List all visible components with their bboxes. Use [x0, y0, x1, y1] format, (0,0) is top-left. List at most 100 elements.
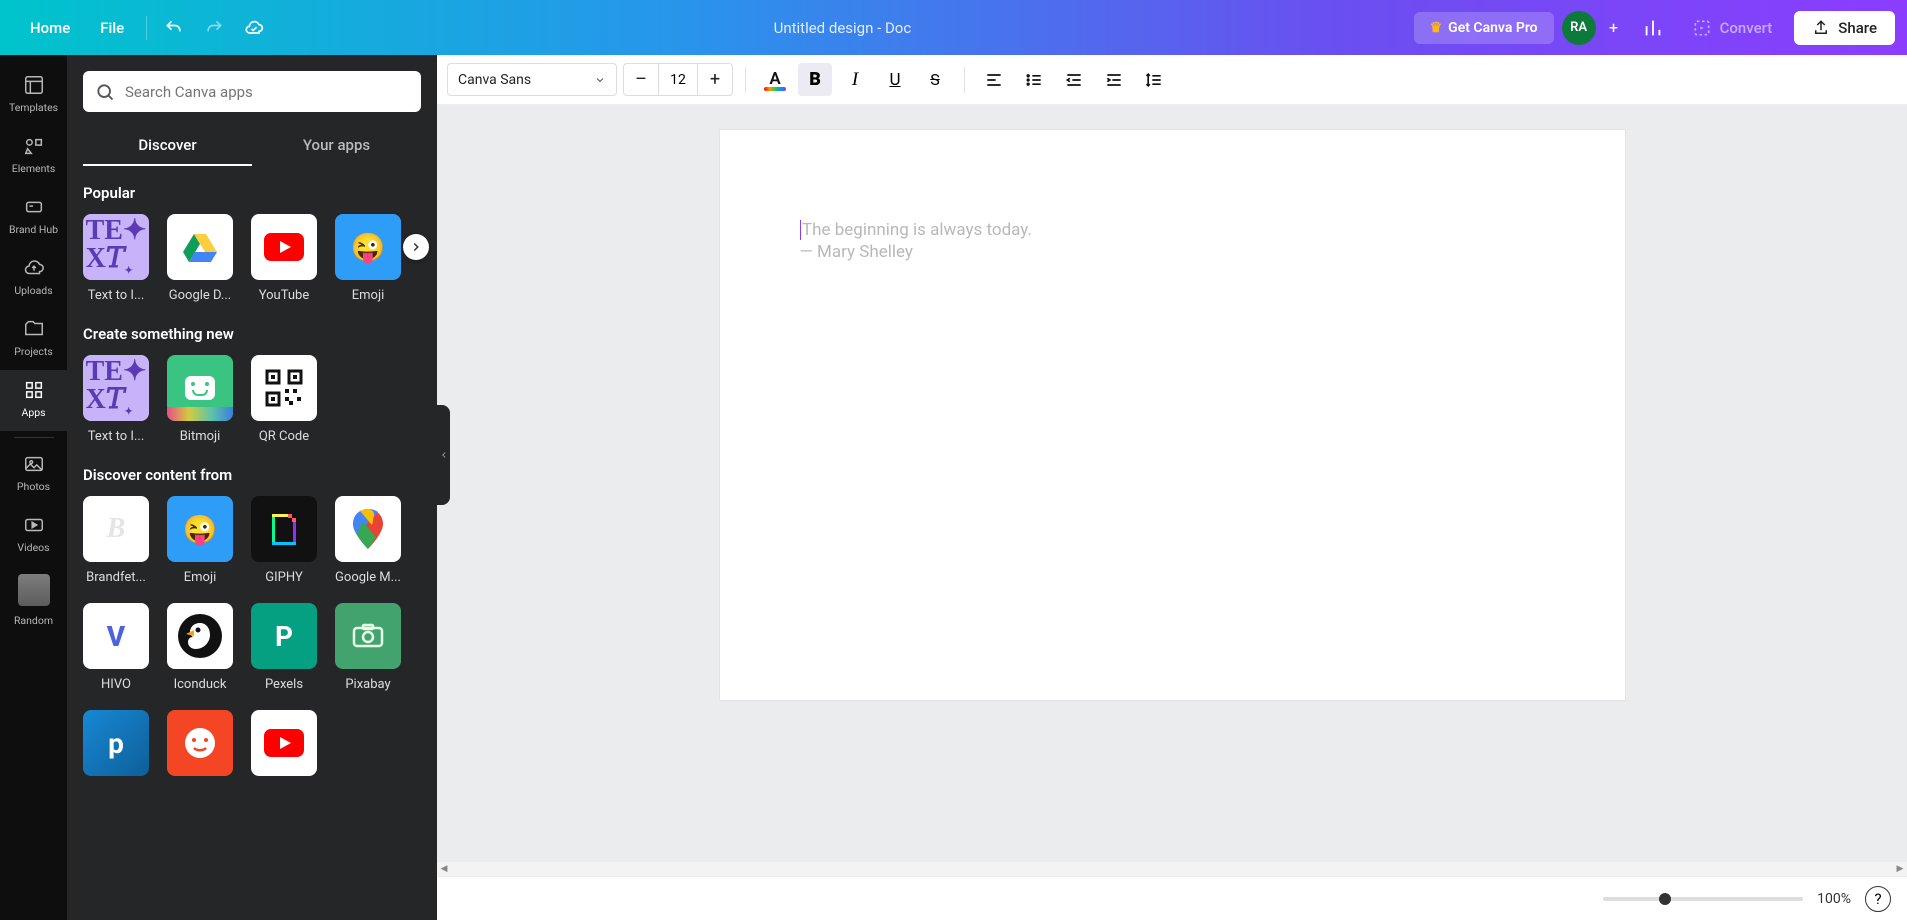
file-label: File: [100, 19, 124, 37]
home-button[interactable]: Home: [12, 13, 82, 43]
font-size-value[interactable]: 12: [658, 64, 698, 95]
app-partial-1[interactable]: p: [83, 710, 149, 776]
app-qr-code[interactable]: QR Code: [251, 355, 317, 444]
app-iconduck[interactable]: Iconduck: [167, 603, 233, 692]
apps-panel: Discover Your apps Popular TE✦X𝑇✦ Text t…: [67, 55, 437, 920]
search-box[interactable]: [83, 71, 421, 112]
app-partial-2[interactable]: [167, 710, 233, 776]
add-member-button[interactable]: +: [1600, 14, 1628, 42]
templates-icon: [23, 74, 45, 96]
rail-divider: [14, 437, 54, 438]
list-icon: [1024, 70, 1044, 90]
scroll-left-arrow[interactable]: ◀: [437, 862, 451, 876]
align-button[interactable]: [977, 63, 1011, 96]
convert-button[interactable]: Convert: [1678, 10, 1787, 46]
placeholder-line1: The beginning is always today.: [802, 220, 1032, 240]
app-emoji-2[interactable]: 😜 Emoji: [167, 496, 233, 585]
font-size-stepper: – 12 +: [623, 63, 733, 96]
help-button[interactable]: ?: [1865, 886, 1891, 912]
search-input[interactable]: [125, 83, 409, 101]
rail-photos[interactable]: Photos: [0, 444, 67, 505]
share-button[interactable]: Share: [1794, 11, 1895, 45]
zoom-knob[interactable]: [1659, 893, 1671, 905]
app-label: Emoji: [167, 570, 233, 585]
app-label: HIVO: [83, 677, 149, 692]
text-to-image-icon: TE✦X𝑇✦: [83, 355, 149, 421]
pro-label: Get Canva Pro: [1448, 20, 1537, 36]
indent-increase-button[interactable]: [1097, 63, 1131, 96]
file-menu[interactable]: File: [88, 13, 136, 43]
rail-brand-hub[interactable]: Brand Hub: [0, 187, 67, 248]
app-google-maps[interactable]: Google M...: [335, 496, 401, 585]
app-label: Text to I...: [83, 288, 149, 303]
app-hivo[interactable]: V HIVO: [83, 603, 149, 692]
rail-projects[interactable]: Projects: [0, 309, 67, 370]
app-label: Pexels: [251, 677, 317, 692]
scroll-right-arrow[interactable]: ▶: [1893, 862, 1907, 876]
app-giphy[interactable]: GIPHY: [251, 496, 317, 585]
rail-apps[interactable]: Apps: [0, 370, 67, 431]
rail-videos[interactable]: Videos: [0, 505, 67, 566]
zoom-slider[interactable]: [1603, 897, 1803, 901]
app-emoji[interactable]: 😜 Emoji: [335, 214, 401, 303]
document-title[interactable]: Untitled design - Doc: [271, 19, 1413, 37]
document-page[interactable]: The beginning is always today. — Mary Sh…: [720, 130, 1625, 700]
user-avatar[interactable]: RA: [1562, 11, 1596, 45]
app-label: Emoji: [335, 288, 401, 303]
undo-button[interactable]: [157, 11, 191, 45]
cloud-sync-button[interactable]: [237, 11, 271, 45]
share-label: Share: [1838, 19, 1877, 37]
font-selector[interactable]: Canva Sans: [447, 63, 617, 96]
rail-label: Videos: [17, 541, 49, 554]
app-text-to-image[interactable]: TE✦X𝑇✦ Text to I...: [83, 214, 149, 303]
rail-uploads[interactable]: Uploads: [0, 248, 67, 309]
tab-your-apps[interactable]: Your apps: [252, 126, 421, 166]
italic-button[interactable]: I: [838, 63, 872, 96]
spacing-button[interactable]: [1137, 63, 1171, 96]
text-color-button[interactable]: A: [758, 63, 792, 96]
crown-icon: ♛: [1430, 20, 1443, 36]
indent-increase-icon: [1104, 70, 1124, 90]
home-label: Home: [30, 19, 70, 37]
app-pixabay[interactable]: Pixabay: [335, 603, 401, 692]
app-google-drive[interactable]: Google D...: [167, 214, 233, 303]
horizontal-scrollbar[interactable]: ◀ ▶: [437, 862, 1907, 876]
bitmoji-icon: [167, 355, 233, 421]
app-icon: p: [83, 710, 149, 776]
rail-elements[interactable]: Elements: [0, 126, 67, 187]
bold-button[interactable]: B: [798, 63, 832, 96]
underline-button[interactable]: U: [878, 63, 912, 96]
rail-templates[interactable]: Templates: [0, 65, 67, 126]
font-size-increase[interactable]: +: [698, 64, 732, 95]
redo-button[interactable]: [197, 11, 231, 45]
app-label: QR Code: [251, 429, 317, 444]
app-bitmoji[interactable]: Bitmoji: [167, 355, 233, 444]
list-button[interactable]: [1017, 63, 1051, 96]
app-pexels[interactable]: P Pexels: [251, 603, 317, 692]
qr-code-icon: [251, 355, 317, 421]
rail-random[interactable]: Random: [0, 566, 67, 639]
app-icon: [251, 710, 317, 776]
font-size-decrease[interactable]: –: [624, 64, 658, 95]
google-drive-icon: [167, 214, 233, 280]
strikethrough-button[interactable]: S: [918, 63, 952, 96]
tab-discover[interactable]: Discover: [83, 126, 252, 166]
app-partial-3[interactable]: [251, 710, 317, 776]
indent-decrease-button[interactable]: [1057, 63, 1091, 96]
zoom-label[interactable]: 100%: [1817, 891, 1851, 907]
indent-decrease-icon: [1064, 70, 1084, 90]
app-label: Bitmoji: [167, 429, 233, 444]
get-pro-button[interactable]: ♛ Get Canva Pro: [1414, 12, 1554, 44]
rail-label: Projects: [14, 345, 53, 358]
random-thumb-icon: [18, 574, 50, 606]
app-brandfetch[interactable]: B Brandfet...: [83, 496, 149, 585]
convert-icon: [1692, 18, 1712, 38]
app-youtube[interactable]: YouTube: [251, 214, 317, 303]
scroll-right-button[interactable]: [403, 234, 429, 260]
rail-label: Templates: [9, 101, 58, 114]
youtube-icon: [251, 214, 317, 280]
canvas-scroll[interactable]: The beginning is always today. — Mary Sh…: [437, 105, 1907, 862]
app-text-to-image-2[interactable]: TE✦X𝑇✦ Text to I...: [83, 355, 149, 444]
apps-icon: [23, 379, 45, 401]
insights-button[interactable]: [1636, 11, 1670, 45]
